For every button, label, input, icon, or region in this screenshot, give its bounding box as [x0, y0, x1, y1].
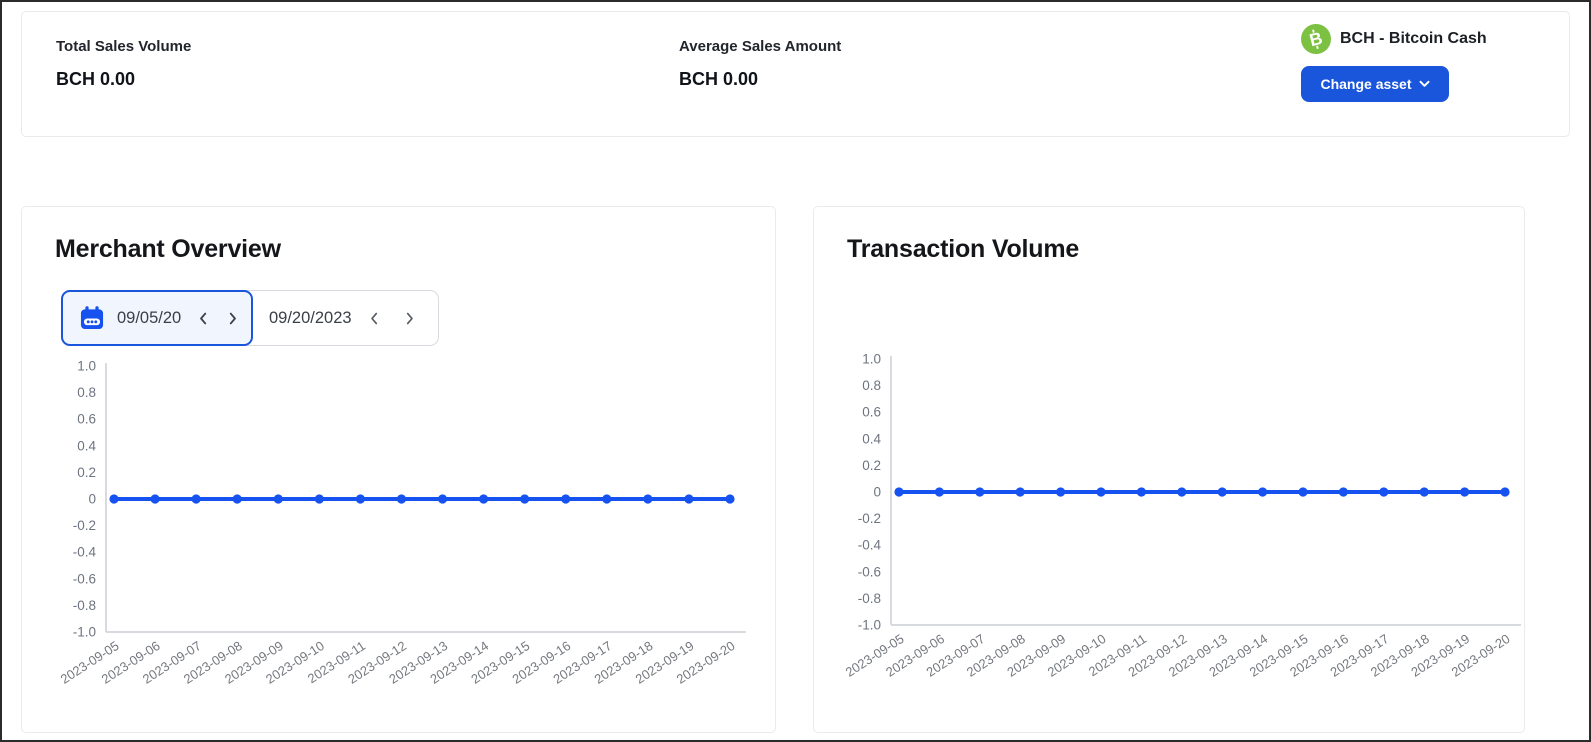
- chevron-right-icon: [401, 310, 418, 327]
- svg-text:0: 0: [873, 485, 881, 500]
- svg-text:0: 0: [88, 492, 96, 507]
- svg-text:-0.2: -0.2: [73, 518, 96, 533]
- svg-text:0.4: 0.4: [77, 438, 96, 453]
- start-date-segment[interactable]: 09/05/20: [61, 290, 253, 346]
- start-date-value: 09/05/20: [117, 309, 181, 328]
- dashboard-page: Total Sales Volume BCH 0.00 Average Sale…: [0, 0, 1591, 742]
- chevron-right-icon: [224, 310, 241, 327]
- svg-text:-1.0: -1.0: [73, 625, 96, 640]
- transaction-volume-chart: 1.00.80.60.40.20-0.2-0.4-0.6-0.8-1.02023…: [843, 343, 1523, 703]
- svg-text:-1.0: -1.0: [858, 618, 881, 633]
- asset-name: BCH - Bitcoin Cash: [1340, 30, 1487, 48]
- svg-text:0.8: 0.8: [862, 378, 881, 393]
- svg-text:-0.6: -0.6: [858, 564, 881, 579]
- end-date-segment[interactable]: 09/20/2023: [253, 291, 438, 345]
- svg-text:-0.4: -0.4: [73, 545, 97, 560]
- svg-text:-0.8: -0.8: [73, 598, 96, 613]
- change-asset-button[interactable]: Change asset: [1301, 66, 1449, 102]
- svg-text:0.2: 0.2: [77, 465, 96, 480]
- end-date-value: 09/20/2023: [269, 309, 352, 328]
- total-sales-value: BCH 0.00: [56, 69, 191, 90]
- svg-text:1.0: 1.0: [862, 352, 881, 367]
- svg-text:-0.8: -0.8: [858, 591, 881, 606]
- bch-coin-icon: B: [1301, 24, 1331, 54]
- svg-text:1.0: 1.0: [77, 359, 96, 374]
- chevron-left-icon: [195, 310, 212, 327]
- date-range-picker: 09/05/20: [61, 290, 439, 346]
- merchant-overview-card: Merchant Overview 09/05/20: [21, 206, 776, 733]
- svg-text:0.6: 0.6: [77, 412, 96, 427]
- asset-row: B BCH - Bitcoin Cash: [1301, 24, 1487, 54]
- average-sales-stat: Average Sales Amount BCH 0.00: [679, 38, 841, 90]
- svg-text:-0.4: -0.4: [858, 538, 882, 553]
- start-date-prev-button[interactable]: [193, 308, 214, 329]
- calendar-icon: [79, 305, 105, 331]
- svg-text:0.8: 0.8: [77, 385, 96, 400]
- svg-text:-0.6: -0.6: [73, 571, 96, 586]
- change-asset-label: Change asset: [1320, 76, 1411, 92]
- end-date-next-button[interactable]: [399, 308, 420, 329]
- merchant-overview-title: Merchant Overview: [55, 235, 281, 264]
- transaction-volume-card: Transaction Volume 1.0 0.8 0.6 0.4 0.2 0 -0.2 -…: [813, 206, 1525, 733]
- start-date-next-button[interactable]: [222, 308, 243, 329]
- total-sales-stat: Total Sales Volume BCH 0.00: [56, 38, 191, 90]
- svg-text:-0.2: -0.2: [858, 511, 881, 526]
- svg-text:0.2: 0.2: [862, 458, 881, 473]
- svg-text:0.4: 0.4: [862, 431, 881, 446]
- merchant-overview-chart: 1.00.80.60.40.20-0.2-0.4-0.6-0.8-1.02023…: [58, 350, 748, 710]
- end-date-prev-button[interactable]: [364, 308, 385, 329]
- charts-row: Merchant Overview 09/05/20: [21, 206, 1525, 733]
- asset-block: B BCH - Bitcoin Cash Change asset: [1301, 24, 1487, 102]
- summary-card: Total Sales Volume BCH 0.00 Average Sale…: [21, 11, 1570, 137]
- start-date-nav: [193, 308, 243, 329]
- end-date-nav: [364, 308, 420, 329]
- average-sales-label: Average Sales Amount: [679, 38, 841, 55]
- transaction-volume-title: Transaction Volume: [847, 235, 1079, 264]
- chevron-left-icon: [366, 310, 383, 327]
- total-sales-label: Total Sales Volume: [56, 38, 191, 55]
- chevron-down-icon: [1419, 80, 1430, 88]
- average-sales-value: BCH 0.00: [679, 69, 841, 90]
- svg-text:0.6: 0.6: [862, 405, 881, 420]
